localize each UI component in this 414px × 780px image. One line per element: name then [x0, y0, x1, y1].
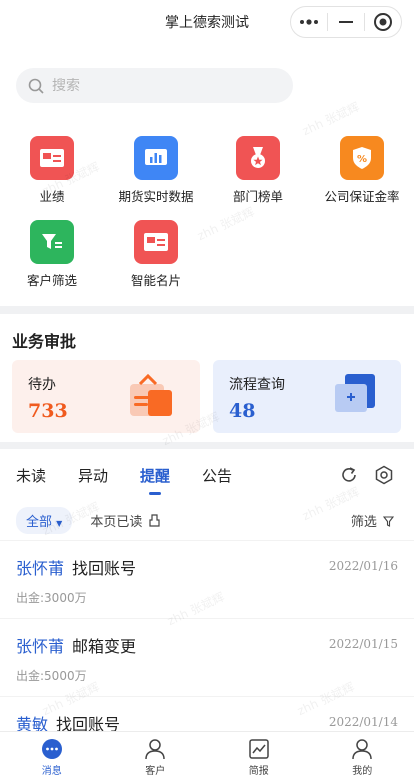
- app-label: 业绩: [39, 189, 65, 204]
- folder-illustration-icon: [335, 374, 375, 412]
- message-amount: 出金:5000万: [16, 669, 87, 683]
- message-date: 2022/01/15: [328, 637, 398, 651]
- tab-changes[interactable]: 异动: [78, 465, 108, 486]
- person-icon: [145, 739, 165, 760]
- app-label: 公司保证金率: [324, 189, 400, 204]
- tabbar-briefing[interactable]: 简报: [207, 732, 311, 780]
- trend-chart-icon: [249, 739, 269, 759]
- more-button[interactable]: [291, 7, 327, 37]
- process-query-card[interactable]: 流程查询 48: [213, 360, 401, 433]
- sender-name[interactable]: 张怀莆: [16, 637, 64, 656]
- minimize-button[interactable]: [328, 7, 364, 37]
- app-label: 部门榜单: [232, 189, 283, 204]
- tabbar-label: 客户: [145, 766, 166, 777]
- shield-percent-icon: %: [340, 136, 384, 180]
- tabbar-label: 简报: [248, 766, 269, 777]
- tab-announcements[interactable]: 公告: [202, 465, 232, 486]
- funnel-outline-icon: [382, 516, 395, 527]
- app-label: 客户筛选: [26, 273, 77, 288]
- filter-button[interactable]: 筛选: [350, 511, 395, 530]
- message-item[interactable]: 张怀莆 邮箱变更 2022/01/15 出金:5000万: [0, 619, 414, 697]
- close-button[interactable]: [365, 7, 401, 37]
- message-subject: 找回账号: [72, 559, 137, 578]
- all-label: 全部: [26, 515, 53, 530]
- app-futures-realtime[interactable]: 期货实时数据: [106, 136, 206, 205]
- message-item[interactable]: 张怀莆 找回账号 2022/01/16 出金:3000万: [0, 541, 414, 619]
- mark-read-label: 本页已读: [90, 515, 143, 530]
- business-approval-section: 业务审批 待办 733 流程查询 48: [0, 314, 414, 442]
- message-date: 2022/01/14: [328, 715, 398, 729]
- search-icon: [28, 78, 44, 94]
- tab-unread[interactable]: 未读: [16, 465, 46, 486]
- tabbar-mine[interactable]: 我的: [311, 732, 414, 780]
- app-margin-rate[interactable]: % 公司保证金率: [312, 136, 412, 205]
- mark-page-read-button[interactable]: 本页已读: [90, 511, 161, 530]
- funnel-icon: [30, 220, 74, 264]
- app-label: 智能名片: [130, 273, 181, 288]
- title-bar: 掌上德索测试: [0, 0, 414, 44]
- refresh-icon[interactable]: [340, 466, 358, 484]
- settings-hexagon-icon[interactable]: [374, 465, 394, 485]
- app-smart-card[interactable]: 智能名片: [106, 220, 206, 289]
- bar-chart-icon: [134, 136, 178, 180]
- page-title: 掌上德索测试: [165, 15, 249, 31]
- all-dropdown[interactable]: 全部 ▼: [16, 507, 73, 534]
- card-icon: [30, 136, 74, 180]
- user-icon: [352, 739, 372, 760]
- card-icon: [134, 220, 178, 264]
- sender-name[interactable]: 张怀莆: [16, 559, 64, 578]
- search-input[interactable]: [52, 77, 252, 94]
- top-section: 掌上德索测试 业绩: [0, 0, 414, 306]
- more-dots-icon: [300, 19, 318, 25]
- bottom-tab-bar: 消息 客户 简报 我的: [0, 731, 414, 780]
- search-bar[interactable]: [16, 68, 293, 103]
- tabbar-messages[interactable]: 消息: [0, 732, 104, 780]
- filter-label: 筛选: [350, 515, 377, 530]
- app-customer-filter[interactable]: 客户筛选: [2, 220, 102, 289]
- message-date: 2022/01/16: [328, 559, 398, 573]
- clear-icon: [149, 514, 161, 527]
- app-performance[interactable]: 业绩: [2, 136, 102, 205]
- section-title: 业务审批: [12, 332, 77, 351]
- svg-text:%: %: [357, 154, 367, 165]
- mini-program-capsule: [290, 6, 402, 38]
- tab-reminders[interactable]: 提醒: [140, 465, 170, 486]
- todo-card[interactable]: 待办 733: [12, 360, 200, 433]
- filter-bar: 全部 ▼ 本页已读 筛选: [0, 501, 414, 541]
- app-department-ranking[interactable]: 部门榜单: [208, 136, 308, 205]
- app-label: 期货实时数据: [118, 189, 194, 204]
- message-amount: 出金:3000万: [16, 591, 87, 605]
- todo-illustration-icon: [130, 373, 172, 416]
- close-target-icon: [374, 13, 392, 31]
- medal-icon: [236, 136, 280, 180]
- tabbar-label: 消息: [41, 766, 62, 777]
- tabbar-customers[interactable]: 客户: [104, 732, 208, 780]
- chat-icon: [41, 739, 62, 759]
- message-tabs: 未读 异动 提醒 公告: [0, 449, 414, 501]
- minimize-icon: [339, 21, 353, 23]
- message-subject: 邮箱变更: [72, 637, 137, 656]
- caret-down-icon: ▼: [56, 519, 63, 528]
- tabbar-label: 我的: [352, 766, 373, 777]
